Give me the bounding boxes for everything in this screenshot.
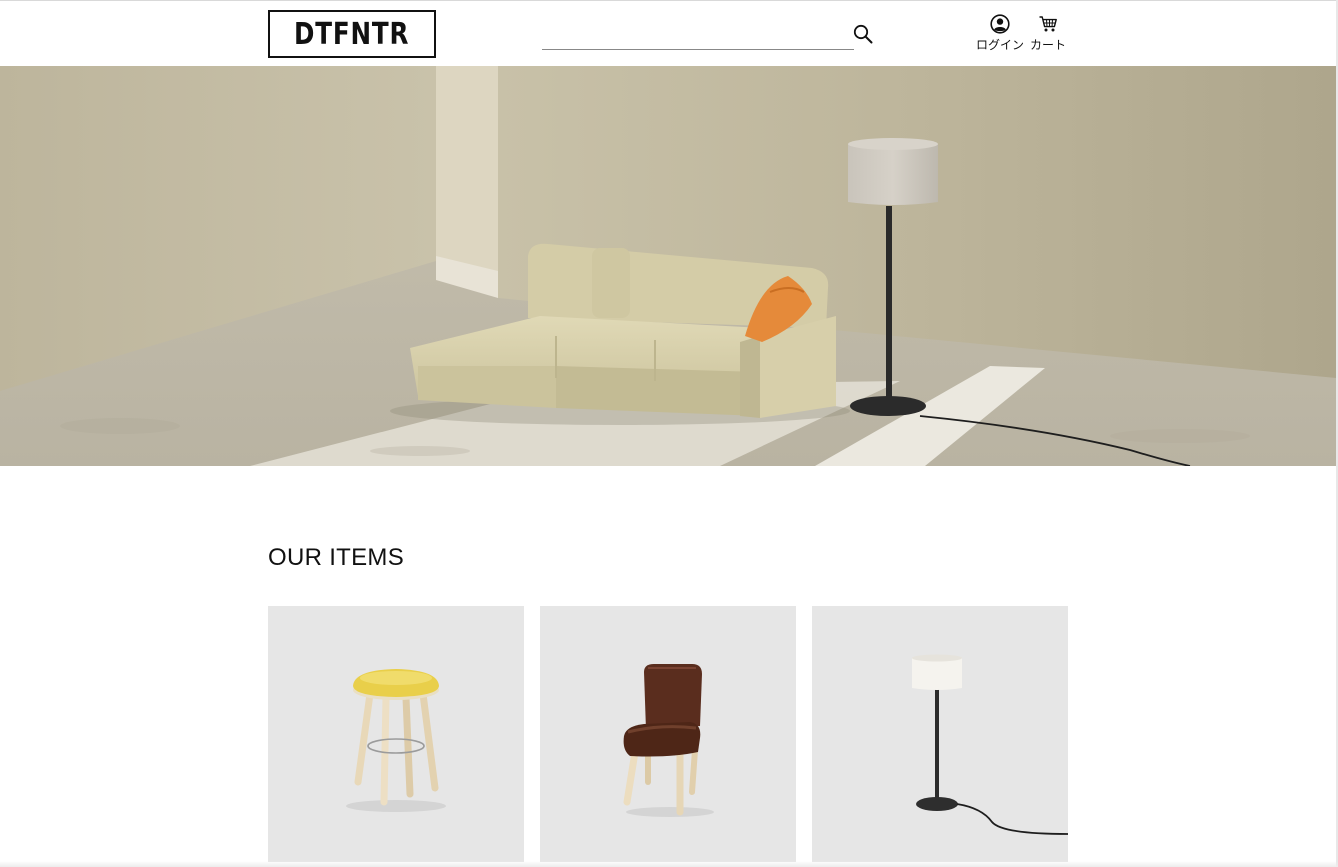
cart-label: カート bbox=[1030, 38, 1067, 52]
cart-link[interactable]: カート bbox=[1030, 14, 1066, 53]
chair-image bbox=[623, 664, 714, 817]
product-card-stool[interactable] bbox=[268, 606, 524, 862]
cart-icon bbox=[1039, 16, 1057, 32]
login-link[interactable]: ログイン bbox=[976, 14, 1024, 53]
login-label: ログイン bbox=[976, 38, 1025, 52]
product-card-floor-lamp[interactable] bbox=[812, 606, 1068, 862]
section-title: OUR ITEMS bbox=[268, 544, 405, 571]
user-icon bbox=[990, 14, 1010, 34]
hero-banner bbox=[0, 66, 1336, 466]
bottom-scroll-shadow bbox=[0, 861, 1338, 867]
site-header: DTFNTR ログイン カート bbox=[0, 1, 1336, 66]
stool-image bbox=[346, 669, 446, 812]
floor-lamp-image bbox=[912, 654, 1068, 835]
site-logo[interactable]: DTFNTR bbox=[268, 10, 436, 58]
product-card-chair[interactable] bbox=[540, 606, 796, 862]
search-icon[interactable] bbox=[852, 23, 874, 45]
search-input[interactable] bbox=[542, 15, 854, 50]
logo-text: DTFNTR bbox=[294, 16, 410, 52]
hero-image bbox=[0, 66, 1336, 466]
